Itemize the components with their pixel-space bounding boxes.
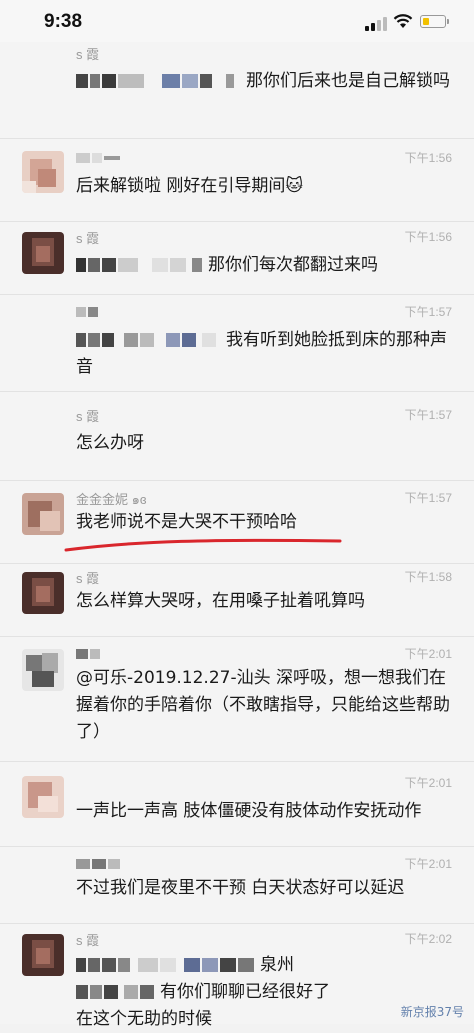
redacted-block	[118, 258, 138, 272]
watermark: 新京报37号	[400, 1005, 464, 1019]
message-item[interactable]: s 霞 那你们后来也是自己解锁吗	[0, 42, 474, 139]
message-item[interactable]: 下午1:56 后来解锁啦 刚好在引导期间🐱	[0, 139, 474, 222]
redacted-block	[140, 333, 154, 347]
sender-name: s 霞	[76, 47, 100, 62]
message-time: 下午1:57	[404, 491, 452, 505]
sender-name: s 霞	[76, 409, 100, 424]
redacted-block	[238, 958, 254, 972]
message-body: 泉州	[260, 955, 294, 975]
redacted-block	[152, 258, 168, 272]
avatar[interactable]	[22, 151, 64, 193]
message-time: 下午2:02	[404, 932, 452, 946]
redacted-block	[76, 958, 86, 972]
avatar[interactable]	[22, 572, 64, 614]
message-text: 那你们后来也是自己解锁吗	[76, 68, 461, 95]
redacted-block	[184, 958, 200, 972]
redacted-block	[182, 74, 198, 88]
message-body: 在这个无助的时候	[76, 1009, 212, 1029]
redacted-block	[182, 333, 196, 347]
redacted-block	[88, 258, 100, 272]
status-time: 9:38	[44, 11, 83, 32]
avatar[interactable]	[22, 493, 64, 535]
message-text: 我有听到她脸抵到床的那种声音	[76, 327, 461, 381]
redacted-block	[220, 958, 236, 972]
redacted-block	[160, 958, 176, 972]
message-text: 怎么办呀	[76, 433, 144, 453]
redacted-block	[90, 74, 100, 88]
message-text: 后来解锁啦 刚好在引导期间🐱	[76, 176, 304, 196]
message-item[interactable]: 下午2:01 一声比一声高 肢体僵硬没有肢体动作安抚动作	[0, 762, 474, 847]
sender-name	[76, 645, 102, 660]
redacted-block	[202, 958, 218, 972]
redacted-block	[166, 333, 180, 347]
message-body: 那你们每次都翻过来吗	[208, 255, 378, 275]
avatar[interactable]	[22, 776, 64, 818]
redacted-block	[76, 258, 86, 272]
sender-name: s 霞	[76, 933, 100, 948]
message-body: 那你们后来也是自己解锁吗	[246, 71, 450, 91]
redacted-block	[102, 333, 114, 347]
redacted-block	[140, 985, 154, 999]
battery-icon	[420, 15, 449, 28]
redacted-block	[138, 958, 158, 972]
status-bar: 9:38	[0, 0, 474, 42]
message-text: 怎么样算大哭呀，在用嗓子扯着吼算吗	[76, 591, 365, 611]
redacted-block	[88, 333, 100, 347]
redacted-block	[226, 74, 234, 88]
message-text: 一声比一声高 肢体僵硬没有肢体动作安抚动作	[76, 801, 422, 821]
redacted-block	[192, 258, 202, 272]
sender-name: s 霞	[76, 571, 100, 586]
redacted-block	[104, 985, 118, 999]
message-time: 下午2:01	[404, 776, 452, 790]
redacted-block	[124, 333, 138, 347]
redacted-block	[200, 74, 212, 88]
sender-name	[76, 855, 122, 870]
avatar[interactable]	[22, 934, 64, 976]
redacted-block	[170, 258, 186, 272]
message-time: 下午1:57	[404, 408, 452, 422]
message-text: 我老师说不是大哭不干预哈哈	[76, 512, 297, 532]
message-item[interactable]: 下午2:01 不过我们是夜里不干预 白天状态好可以延迟	[0, 847, 474, 924]
signal-icon	[365, 17, 387, 31]
redacted-block	[76, 74, 88, 88]
redacted-block	[102, 74, 116, 88]
redacted-block	[88, 958, 100, 972]
message-time: 下午1:57	[404, 305, 452, 319]
sender-name: 金金金妮 ๑ɞ	[76, 492, 147, 507]
message-time: 下午1:56	[404, 230, 452, 244]
message-text: 那你们每次都翻过来吗	[76, 252, 461, 279]
message-item[interactable]: s 霞 下午1:57 怎么办呀	[0, 392, 474, 481]
message-text: 泉州 有你们聊聊已经很好了 在这个无助的时候	[76, 952, 461, 1033]
redacted-block	[76, 985, 88, 999]
message-time: 下午1:56	[404, 151, 452, 165]
red-underline-annotation	[64, 538, 342, 552]
sender-name	[76, 303, 100, 318]
avatar[interactable]	[22, 649, 64, 691]
redacted-block	[102, 958, 116, 972]
redacted-block	[76, 333, 86, 347]
message-item[interactable]: 下午1:57 我有听到她脸抵到床的那种声音	[0, 295, 474, 392]
message-text: 不过我们是夜里不干预 白天状态好可以延迟	[76, 878, 405, 898]
sender-name: s 霞	[76, 231, 100, 246]
message-body: 有你们聊聊已经很好了	[160, 982, 330, 1002]
message-item[interactable]: s 霞 下午1:58 怎么样算大哭呀，在用嗓子扯着吼算吗	[0, 564, 474, 637]
message-time: 下午1:58	[404, 570, 452, 584]
message-time: 下午2:01	[404, 857, 452, 871]
message-item[interactable]: 下午2:01 @可乐-2019.12.27-汕头 深呼吸，想一想我们在握着你的手…	[0, 637, 474, 762]
redacted-block	[202, 333, 216, 347]
redacted-block	[102, 258, 116, 272]
message-time: 下午2:01	[404, 647, 452, 661]
wifi-icon	[393, 14, 413, 28]
message-item[interactable]: s 霞 下午1:56 那你们每次都翻过来吗	[0, 222, 474, 295]
redacted-block	[118, 74, 144, 88]
redacted-block	[90, 985, 102, 999]
avatar[interactable]	[22, 232, 64, 274]
sender-name	[76, 149, 122, 164]
redacted-block	[124, 985, 138, 999]
message-text: @可乐-2019.12.27-汕头 深呼吸，想一想我们在握着你的手陪着你（不敢瞎…	[76, 668, 450, 742]
redacted-block	[162, 74, 180, 88]
redacted-block	[118, 958, 130, 972]
